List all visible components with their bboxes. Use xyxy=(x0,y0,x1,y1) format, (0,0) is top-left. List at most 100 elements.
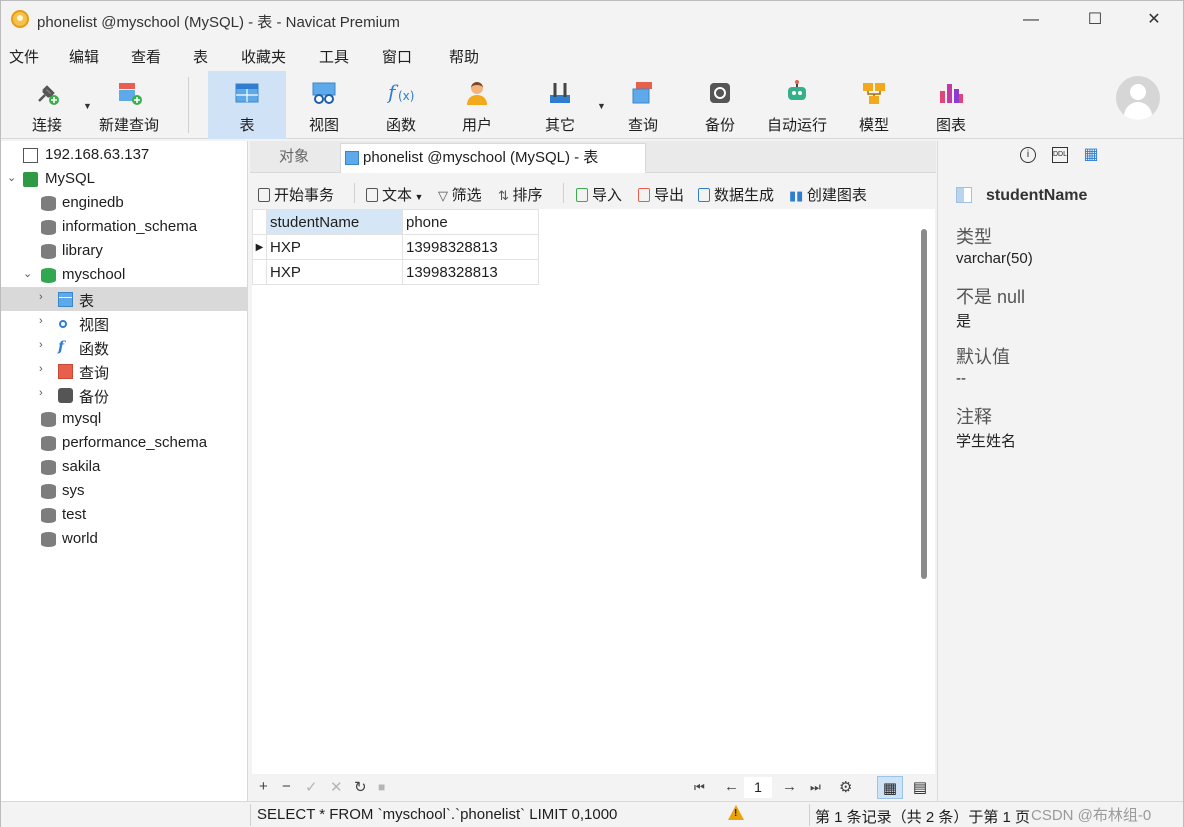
delete-record-button[interactable]: − xyxy=(282,778,291,795)
add-record-button[interactable]: + xyxy=(259,778,268,795)
tree-db-performance-schema[interactable]: performance_schema xyxy=(1,431,247,455)
field-grid-icon[interactable]: ▦ xyxy=(1083,147,1099,163)
stop-button[interactable]: ■ xyxy=(378,780,385,794)
import-button[interactable]: 导入 xyxy=(576,184,622,205)
chevron-down-icon[interactable]: ⌄ xyxy=(23,267,32,280)
column-header-studentname[interactable]: studentName xyxy=(266,209,403,235)
grid-cell[interactable]: HXP xyxy=(266,259,403,285)
table-row[interactable]: ▶ HXP 13998328813 xyxy=(252,234,539,260)
data-grid[interactable]: studentName phone ▶ HXP 13998328813 HXP … xyxy=(252,209,915,774)
tree-myschool-queries[interactable]: › 查询 xyxy=(1,359,247,383)
tree-db-myschool[interactable]: ⌄ myschool xyxy=(1,263,247,287)
grid-cell[interactable]: HXP xyxy=(266,234,403,260)
tree-db-library[interactable]: library xyxy=(1,239,247,263)
warning-icon[interactable]: ! xyxy=(728,805,744,820)
close-button[interactable]: ✕ xyxy=(1131,6,1177,34)
automation-button[interactable]: 自动运行 xyxy=(761,71,833,139)
chart-button[interactable]: 图表 xyxy=(918,71,984,139)
tree-db-enginedb[interactable]: enginedb xyxy=(1,191,247,215)
apply-changes-button[interactable]: ✓ xyxy=(305,778,318,796)
tab-phonelist[interactable]: phonelist @myschool (MySQL) - 表 xyxy=(340,143,646,173)
form-view-button[interactable]: ▤ xyxy=(907,776,933,799)
menu-view[interactable]: 查看 xyxy=(131,46,161,67)
chevron-right-icon[interactable]: › xyxy=(39,291,43,303)
menu-table[interactable]: 表 xyxy=(193,46,208,67)
create-chart-button[interactable]: ▮▮ 创建图表 xyxy=(789,184,867,205)
model-button[interactable]: 模型 xyxy=(841,71,907,139)
info-icon[interactable]: i xyxy=(1020,147,1036,163)
menu-file[interactable]: 文件 xyxy=(9,46,39,67)
query-button[interactable]: 查询 xyxy=(610,71,676,139)
tree-db-label: information_schema xyxy=(62,218,198,235)
field-comment-label: 注释 xyxy=(956,407,992,427)
tree-myschool-views[interactable]: › 视图 xyxy=(1,311,247,335)
tree-myschool-functions[interactable]: › f 函数 xyxy=(1,335,247,359)
tree-db-information-schema[interactable]: information_schema xyxy=(1,215,247,239)
last-page-button[interactable]: ⏭ xyxy=(810,780,821,795)
tree-db-mysql[interactable]: mysql xyxy=(1,407,247,431)
menu-edit[interactable]: 编辑 xyxy=(69,46,99,67)
discard-changes-button[interactable]: ✕ xyxy=(330,778,343,796)
grid-cell[interactable]: 13998328813 xyxy=(402,234,539,260)
view-button[interactable]: 视图 xyxy=(291,71,357,139)
grid-cell[interactable]: 13998328813 xyxy=(402,259,539,285)
connect-button[interactable]: 连接 xyxy=(13,71,81,139)
refresh-button[interactable]: ↻ xyxy=(354,778,367,796)
server-icon xyxy=(23,148,38,163)
menu-help[interactable]: 帮助 xyxy=(449,46,479,67)
other-dropdown-icon[interactable]: ▼ xyxy=(597,101,606,111)
first-page-button[interactable]: ⏮ xyxy=(694,780,705,795)
chevron-right-icon[interactable]: › xyxy=(39,339,43,351)
tree-myschool-backups[interactable]: › 备份 xyxy=(1,383,247,407)
avatar-head-icon xyxy=(1130,84,1146,100)
other-button[interactable]: 其它 xyxy=(527,71,593,139)
tree-db-test[interactable]: test xyxy=(1,503,247,527)
status-divider xyxy=(809,804,810,826)
export-button[interactable]: 导出 xyxy=(638,184,684,205)
database-icon xyxy=(41,196,56,211)
scrollbar-thumb[interactable] xyxy=(921,229,927,579)
tree-db-world[interactable]: world xyxy=(1,527,247,551)
tree-server[interactable]: 192.168.63.137 xyxy=(1,143,247,167)
filter-button[interactable]: ▽ 筛选 xyxy=(438,184,482,205)
user-button[interactable]: 用户 xyxy=(444,71,510,139)
sort-button[interactable]: ⇅ 排序 xyxy=(498,184,543,205)
backup-button[interactable]: 备份 xyxy=(687,71,753,139)
ddl-icon[interactable]: DDL xyxy=(1052,147,1068,163)
database-icon xyxy=(41,412,56,427)
text-button[interactable]: 文本 ▼ xyxy=(366,184,423,205)
tab-objects[interactable]: 对象 xyxy=(250,143,338,173)
connect-dropdown-icon[interactable]: ▼ xyxy=(83,101,92,111)
create-chart-label: 创建图表 xyxy=(806,187,867,204)
account-avatar[interactable] xyxy=(1116,76,1160,120)
previous-page-button[interactable]: ← xyxy=(724,778,739,795)
grid-settings-button[interactable]: ⚙ xyxy=(839,778,852,796)
chevron-right-icon[interactable]: › xyxy=(39,363,43,375)
minimize-button[interactable]: — xyxy=(1008,6,1054,34)
grid-vertical-scrollbar[interactable] xyxy=(915,209,935,774)
next-page-button[interactable]: → xyxy=(782,778,797,795)
page-number-input[interactable]: 1 xyxy=(744,777,772,798)
tree-connection-mysql[interactable]: ⌄ MySQL xyxy=(1,167,247,191)
svg-text:(x): (x) xyxy=(398,89,414,103)
table-button[interactable]: 表 xyxy=(208,71,286,139)
text-label: 文本 xyxy=(382,187,413,204)
function-button[interactable]: f (x) 函数 xyxy=(368,71,434,139)
chevron-right-icon[interactable]: › xyxy=(39,315,43,327)
menu-window[interactable]: 窗口 xyxy=(382,46,412,67)
tree-db-sys[interactable]: sys xyxy=(1,479,247,503)
maximize-button[interactable]: ☐ xyxy=(1072,6,1118,34)
tree-myschool-tables[interactable]: › 表 xyxy=(1,287,247,311)
chevron-right-icon[interactable]: › xyxy=(39,387,43,399)
data-generation-button[interactable]: 数据生成 xyxy=(698,184,774,205)
menu-tools[interactable]: 工具 xyxy=(319,46,349,67)
menu-favorites[interactable]: 收藏夹 xyxy=(241,46,286,67)
column-header-phone[interactable]: phone xyxy=(402,209,539,235)
table-row[interactable]: HXP 13998328813 xyxy=(252,259,539,285)
new-query-button[interactable]: 新建查询 xyxy=(95,71,163,139)
chevron-down-icon[interactable]: ⌄ xyxy=(7,171,16,184)
begin-transaction-button[interactable]: 开始事务 xyxy=(258,184,334,205)
table-icon xyxy=(235,83,259,103)
tree-db-sakila[interactable]: sakila xyxy=(1,455,247,479)
grid-view-button[interactable]: ▦ xyxy=(877,776,903,799)
